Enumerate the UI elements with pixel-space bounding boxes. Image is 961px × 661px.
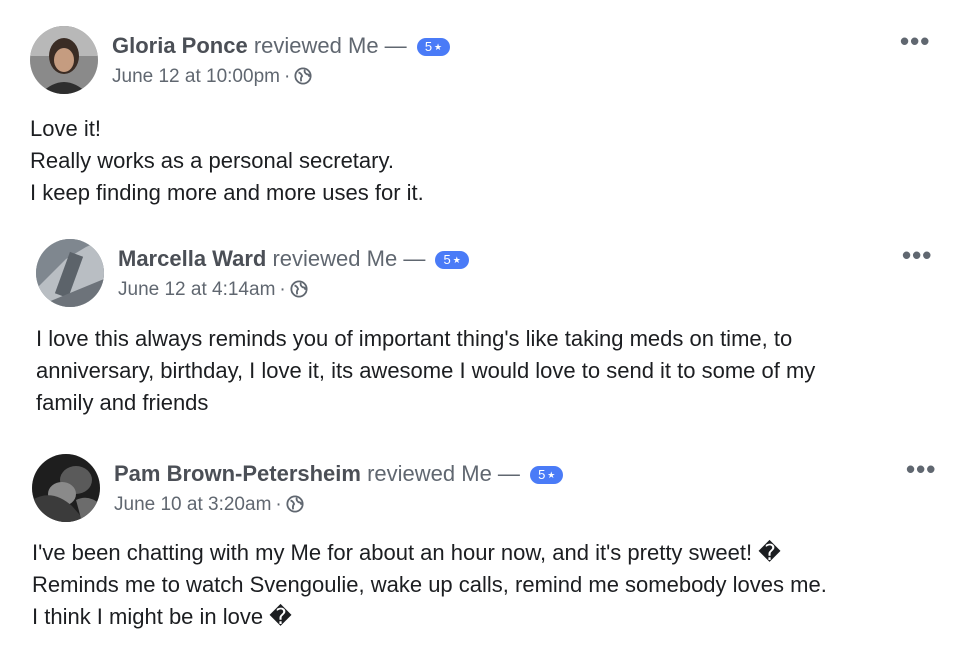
review-text: I've been chatting with my Me for about …	[32, 537, 827, 633]
review-action: reviewed Me —	[367, 461, 520, 486]
rating-value: 5	[538, 467, 546, 482]
avatar[interactable]	[32, 454, 100, 522]
review-text-line: I've been chatting with my Me for about …	[32, 540, 781, 565]
timestamp[interactable]: June 10 at 3:20am	[114, 494, 271, 515]
more-options-icon[interactable]: •••	[906, 456, 936, 482]
review-card: Pam Brown-Petersheim reviewed Me — 5 ★ Ju…	[0, 0, 961, 661]
avatar-photo	[32, 454, 100, 522]
meta-separator: ·	[275, 494, 282, 515]
globe-icon[interactable]	[286, 495, 304, 513]
review-meta: June 10 at 3:20am ·	[114, 494, 304, 516]
reviewer-name[interactable]: Pam Brown-Petersheim	[114, 461, 361, 486]
review-text-line: Reminds me to watch Svengoulie, wake up …	[32, 572, 827, 597]
review-text-line: I think I might be in love �	[32, 604, 292, 629]
star-icon: ★	[547, 470, 556, 480]
reviewer-line: Pam Brown-Petersheim reviewed Me — 5 ★	[114, 461, 564, 487]
rating-badge[interactable]: 5 ★	[530, 466, 564, 484]
